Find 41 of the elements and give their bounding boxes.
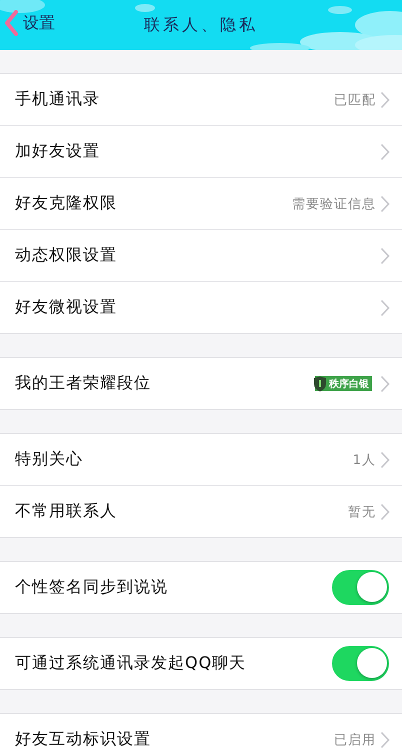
settings-row[interactable]: 加好友设置	[0, 126, 402, 178]
row-value: 需要验证信息	[292, 196, 376, 212]
row-label: 个性签名同步到说说	[15, 577, 168, 598]
toggle-switch[interactable]	[332, 646, 389, 681]
row-label: 加好友设置	[15, 141, 100, 162]
settings-row[interactable]: 动态权限设置	[0, 230, 402, 282]
chevron-right-icon	[380, 246, 390, 264]
row-label: 好友微视设置	[15, 297, 117, 318]
settings-row[interactable]: 不常用联系人 暂无	[0, 486, 402, 537]
back-button[interactable]: 设置	[4, 10, 55, 36]
row-value: 暂无	[348, 504, 376, 520]
settings-row[interactable]: 好友微视设置	[0, 282, 402, 333]
row-label: 不常用联系人	[15, 501, 117, 522]
chevron-right-icon	[380, 90, 390, 108]
settings-row[interactable]: 特别关心 1人	[0, 434, 402, 486]
chevron-right-icon	[380, 730, 390, 748]
row-value: 已匹配	[334, 92, 376, 108]
back-chevron-icon	[4, 10, 18, 36]
settings-row[interactable]: 手机通讯录 已匹配	[0, 74, 402, 126]
row-label: 我的王者荣耀段位	[15, 373, 151, 394]
settings-row[interactable]: 好友克隆权限 需要验证信息	[0, 178, 402, 230]
chevron-right-icon	[380, 194, 390, 212]
chevron-right-icon	[380, 142, 390, 160]
row-label: 好友克隆权限	[15, 193, 117, 214]
chevron-right-icon	[380, 450, 390, 468]
row-value: 已启用	[334, 732, 376, 748]
row-value: 1人	[352, 452, 376, 468]
settings-row[interactable]: 好友互动标识设置 已启用	[0, 714, 402, 751]
rank-badge: 秩序白银	[315, 376, 372, 391]
shield-icon	[313, 376, 327, 392]
chevron-right-icon	[380, 374, 390, 392]
row-label: 好友互动标识设置	[15, 729, 151, 750]
row-label: 手机通讯录	[15, 89, 100, 110]
settings-row[interactable]: 我的王者荣耀段位 秩序白银	[0, 358, 402, 409]
page-title: 联系人、隐私	[144, 14, 258, 36]
chevron-right-icon	[380, 298, 390, 316]
toggle-switch[interactable]	[332, 570, 389, 605]
row-label: 动态权限设置	[15, 245, 117, 266]
chevron-right-icon	[380, 502, 390, 520]
row-label: 特别关心	[15, 449, 83, 470]
row-label: 可通过系统通讯录发起QQ聊天	[15, 653, 246, 674]
